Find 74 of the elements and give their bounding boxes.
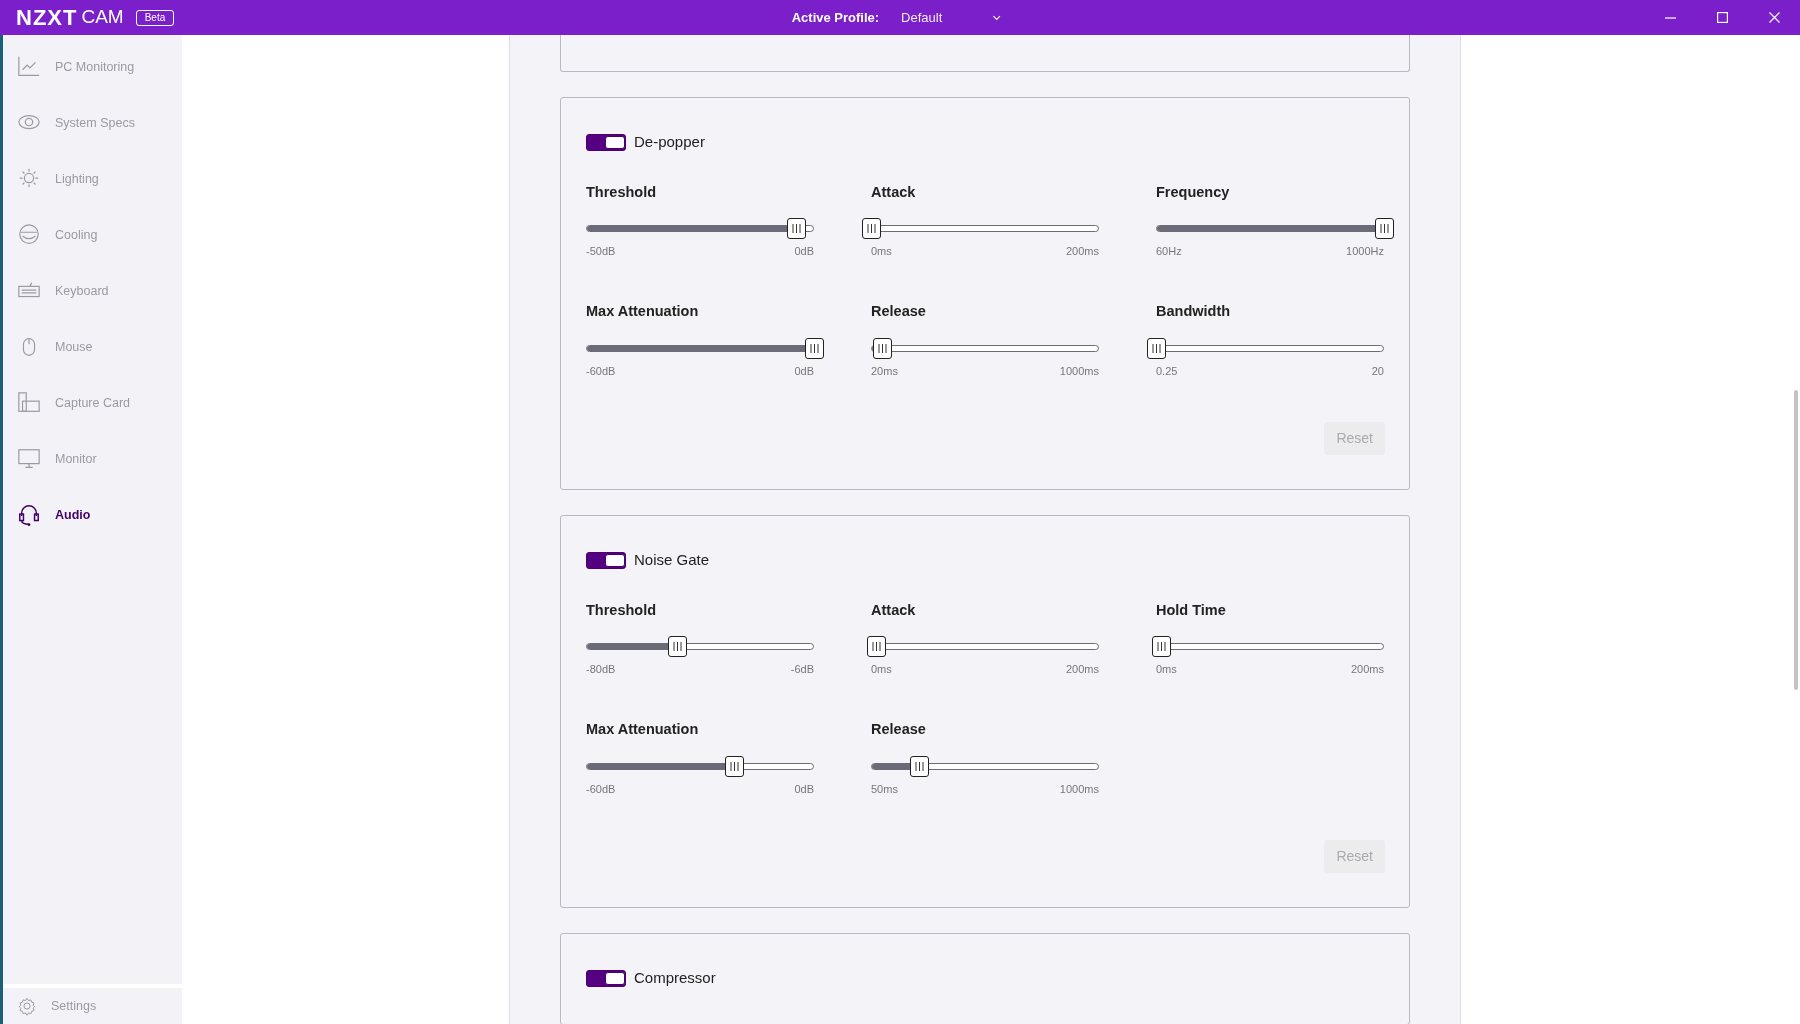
slider-thumb[interactable] bbox=[786, 218, 806, 240]
slider-max: -6dB bbox=[790, 662, 814, 678]
slider-label: Max Attenuation bbox=[586, 301, 700, 321]
sidebar-item[interactable]: System Specs bbox=[3, 95, 182, 151]
logo-text: NZXT bbox=[16, 4, 78, 32]
slider-max: 1000Hz bbox=[1346, 244, 1384, 260]
slider-thumb[interactable] bbox=[909, 755, 929, 777]
slider-min: -80dB bbox=[586, 662, 616, 678]
section-title: Compressor bbox=[634, 968, 716, 988]
sidebar-item[interactable]: Capture Card bbox=[3, 375, 182, 431]
slider-max: 1000ms bbox=[1059, 363, 1099, 379]
section-title: Noise Gate bbox=[634, 550, 710, 570]
sidebar-item[interactable]: Audio bbox=[3, 487, 182, 543]
slider-max: 0dB bbox=[794, 244, 814, 260]
slider-min: -60dB bbox=[586, 363, 616, 379]
slider-max: 0dB bbox=[794, 781, 814, 797]
monitor-icon bbox=[17, 447, 41, 471]
settings-icon bbox=[17, 996, 37, 1016]
capture-card-icon bbox=[17, 391, 41, 415]
slider-min: -50dB bbox=[586, 244, 616, 260]
toggle-switch[interactable] bbox=[586, 969, 626, 987]
slider-label: Threshold bbox=[586, 182, 658, 202]
slider-label: Release bbox=[871, 301, 927, 321]
slider-max: 200ms bbox=[1065, 244, 1099, 260]
slider-thumb[interactable] bbox=[866, 636, 886, 658]
sidebar-item[interactable]: Cooling bbox=[3, 207, 182, 263]
maximize-icon bbox=[1716, 12, 1728, 23]
slider-max: 0dB bbox=[794, 363, 814, 379]
headset-icon bbox=[17, 503, 41, 527]
sidebar-item[interactable]: Keyboard bbox=[3, 263, 182, 319]
close-icon bbox=[1768, 12, 1780, 23]
sidebar-item[interactable]: PC Monitoring bbox=[3, 39, 182, 95]
toggle-switch[interactable] bbox=[586, 551, 626, 569]
slider-label: Bandwidth bbox=[1156, 301, 1232, 321]
slider-thumb[interactable] bbox=[1375, 218, 1394, 240]
sidebar-item[interactable]: Mouse bbox=[3, 319, 182, 375]
minimize-icon bbox=[1664, 16, 1676, 19]
slider-max: 200ms bbox=[1350, 662, 1384, 678]
sidebar-item[interactable]: Monitor bbox=[3, 431, 182, 487]
cooling-icon bbox=[17, 223, 41, 247]
slider-max: 20 bbox=[1371, 363, 1384, 379]
slider-label: Max Attenuation bbox=[586, 719, 700, 739]
section-title: De-popper bbox=[634, 132, 705, 152]
slider-label: Attack bbox=[871, 182, 917, 202]
slider-max: 200ms bbox=[1065, 662, 1099, 678]
slider-thumb[interactable] bbox=[1147, 337, 1166, 359]
profile-dropdown[interactable]: Default bbox=[895, 6, 1009, 29]
slider-thumb[interactable] bbox=[668, 636, 688, 658]
slider-min: 0.25 bbox=[1156, 363, 1178, 379]
slider-min: 0ms bbox=[871, 662, 892, 678]
settings-button[interactable]: Settings bbox=[3, 988, 182, 1024]
slider-thumb[interactable] bbox=[805, 337, 824, 359]
slider-min: 0ms bbox=[871, 244, 892, 260]
slider-thumb[interactable] bbox=[725, 755, 745, 777]
pc-monitoring-icon bbox=[17, 55, 41, 79]
slider-max: 1000ms bbox=[1059, 781, 1099, 797]
slider-min: 50ms bbox=[871, 781, 898, 797]
sidebar-item[interactable]: Lighting bbox=[3, 151, 182, 207]
slider-thumb[interactable] bbox=[1151, 636, 1171, 658]
beta-badge: Beta bbox=[135, 9, 175, 26]
slider-min: 60Hz bbox=[1156, 244, 1182, 260]
toggle-switch[interactable] bbox=[586, 133, 626, 151]
slider-label: Hold Time bbox=[1156, 600, 1227, 620]
profile-label: Active Profile: bbox=[791, 8, 880, 27]
app-name: CAM bbox=[81, 5, 124, 30]
slider-min: 20ms bbox=[871, 363, 898, 379]
slider-label: Frequency bbox=[1156, 182, 1231, 202]
slider-min: -60dB bbox=[586, 781, 616, 797]
slider-label: Release bbox=[871, 719, 927, 739]
slider-thumb[interactable] bbox=[873, 337, 893, 359]
slider-thumb[interactable] bbox=[862, 218, 881, 240]
slider-label: Attack bbox=[871, 600, 917, 620]
slider-min: 0ms bbox=[1156, 662, 1177, 678]
slider-label: Threshold bbox=[586, 600, 658, 620]
